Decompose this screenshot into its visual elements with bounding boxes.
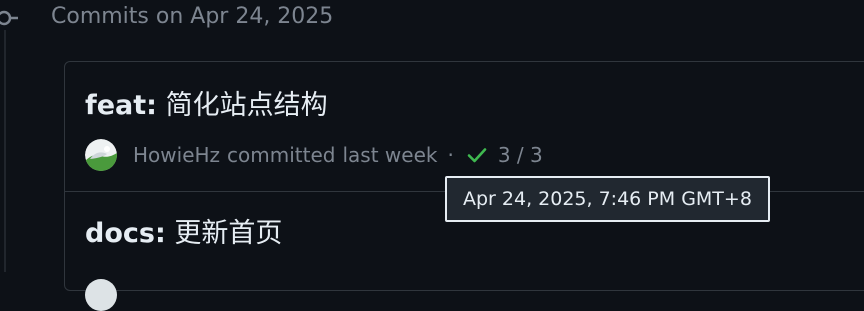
commit-type-prefix: docs: (85, 218, 166, 249)
commit-row: feat: 简化站点结构 HowieHz committed last week… (65, 62, 864, 192)
commit-message: 简化站点结构 (156, 90, 328, 121)
timestamp-tooltip: Apr 24, 2025, 7:46 PM GMT+8 (445, 176, 770, 222)
check-icon[interactable] (466, 144, 488, 166)
commit-title-link[interactable]: feat: 简化站点结构 (85, 88, 328, 124)
commit-message: 更新首页 (165, 218, 283, 249)
git-commit-icon (0, 8, 18, 28)
commit-action-text: committed (227, 143, 336, 167)
checks-count[interactable]: 3 / 3 (498, 143, 543, 167)
author-name-link[interactable]: HowieHz (133, 143, 220, 167)
meta-separator: · (447, 143, 454, 167)
author-avatar[interactable] (85, 139, 117, 171)
commit-meta: HowieHz committed last week · 3 / 3 (85, 138, 543, 172)
timeline-line (4, 30, 6, 272)
commit-title-link[interactable]: docs: 更新首页 (85, 216, 282, 252)
commit-relative-time[interactable]: last week (342, 143, 437, 167)
author-avatar[interactable] (85, 279, 117, 311)
commit-type-prefix: feat: (85, 90, 157, 121)
commit-group-header: Commits on Apr 24, 2025 (51, 4, 334, 29)
